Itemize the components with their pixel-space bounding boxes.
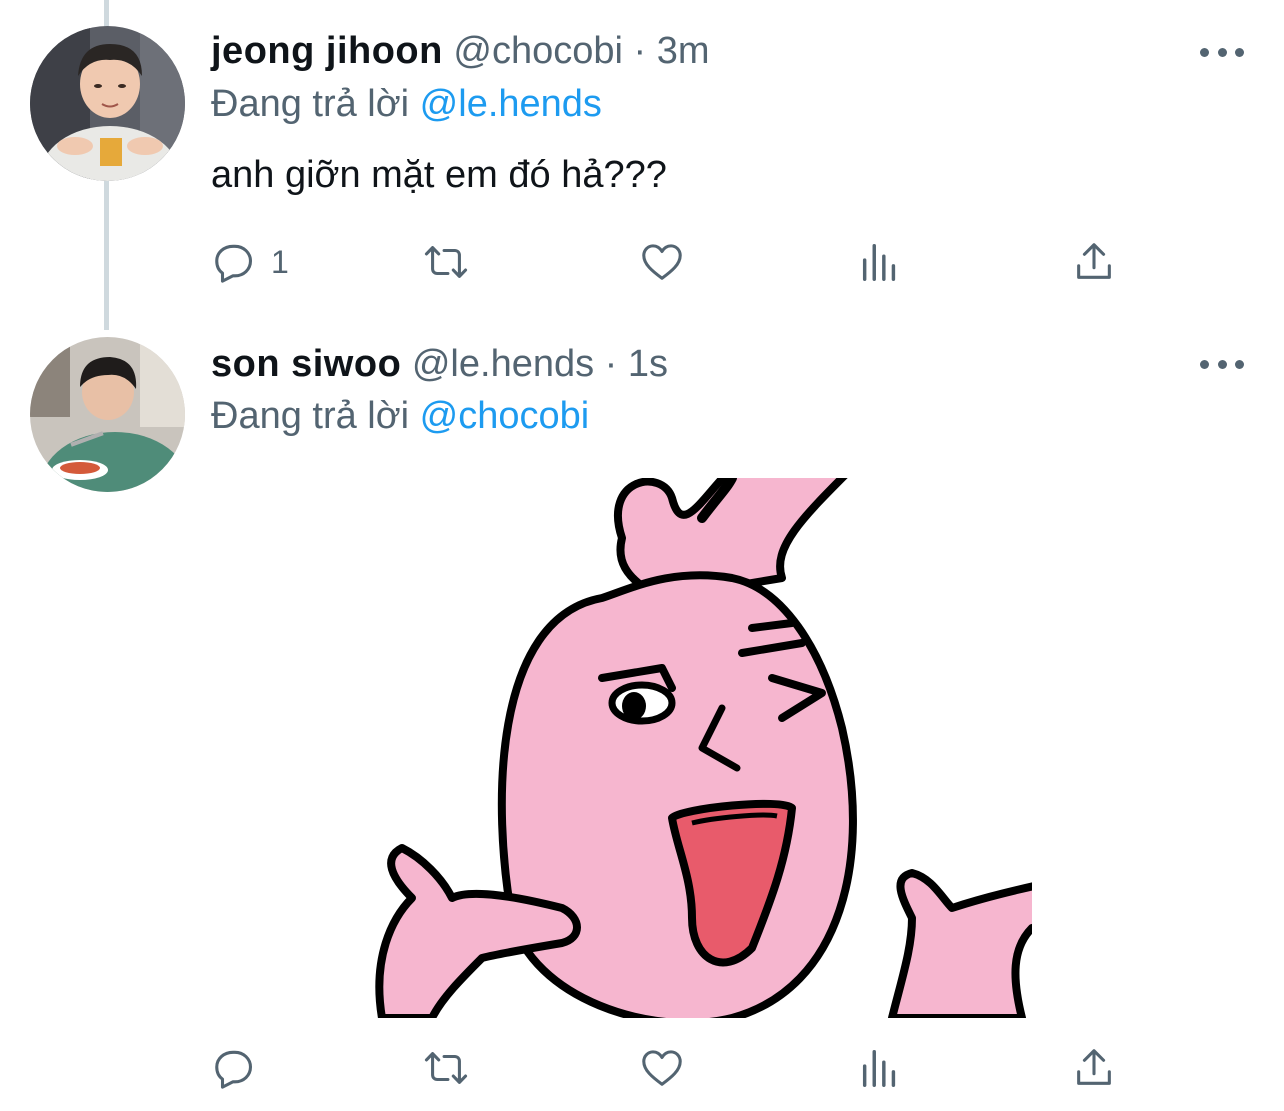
retweet-icon [424, 246, 468, 278]
reply-icon [215, 1050, 253, 1089]
analytics-icon [862, 1049, 896, 1087]
media-image[interactable] [372, 478, 1032, 1018]
like-button[interactable] [639, 1043, 685, 1093]
mention-link[interactable]: @chocobi [420, 395, 590, 437]
views-button[interactable] [857, 1043, 903, 1093]
action-bar: 1 [211, 237, 1131, 287]
share-button[interactable] [1071, 1043, 1117, 1093]
reply-button[interactable] [211, 1043, 257, 1093]
timestamp[interactable]: 3m [657, 30, 710, 72]
share-icon [1077, 243, 1111, 279]
replying-prefix: Đang trả lời [211, 83, 410, 125]
replying-to: Đang trả lời @chocobi [211, 393, 589, 439]
mention-link[interactable]: @le.hends [420, 83, 602, 125]
more-icon[interactable] [1200, 354, 1244, 374]
retweet-icon [424, 1052, 468, 1084]
reply-count: 1 [271, 243, 289, 280]
retweet-button[interactable] [423, 1043, 469, 1093]
avatar[interactable] [30, 337, 185, 492]
heart-icon [642, 244, 682, 280]
avatar[interactable] [30, 26, 185, 181]
analytics-icon [862, 243, 896, 281]
retweet-button[interactable] [423, 237, 469, 287]
tweet-text: anh giỡn mặt em đó hả??? [211, 154, 667, 196]
user-handle[interactable]: @chocobi [453, 30, 623, 72]
action-bar [211, 1043, 1131, 1093]
tweet-header: jeong jihoon @chocobi · 3m [211, 28, 710, 74]
tweet-header: son siwoo @le.hends · 1s [211, 341, 668, 387]
replying-prefix: Đang trả lời [211, 395, 410, 437]
timestamp[interactable]: 1s [628, 343, 668, 385]
reply-icon [215, 244, 253, 283]
display-name[interactable]: jeong jihoon [211, 30, 443, 72]
views-button[interactable] [857, 237, 903, 287]
reply-button[interactable]: 1 [211, 237, 289, 287]
share-icon [1077, 1049, 1111, 1085]
heart-icon [642, 1050, 682, 1086]
share-button[interactable] [1071, 237, 1117, 287]
display-name[interactable]: son siwoo [211, 343, 401, 385]
separator-dot: · [604, 343, 618, 385]
like-button[interactable] [639, 237, 685, 287]
user-handle[interactable]: @le.hends [412, 343, 594, 385]
separator-dot: · [633, 30, 647, 72]
replying-to: Đang trả lời @le.hends [211, 81, 602, 127]
more-icon[interactable] [1200, 42, 1244, 62]
